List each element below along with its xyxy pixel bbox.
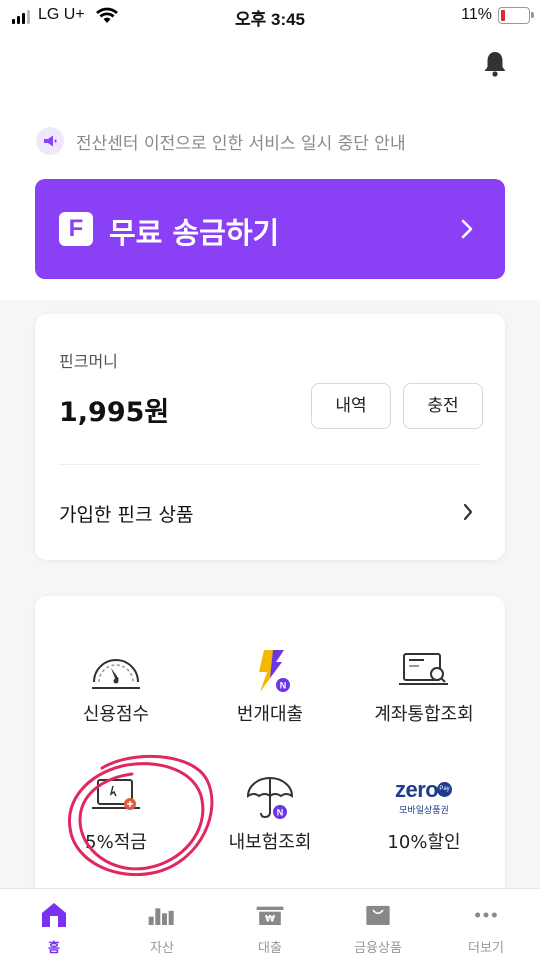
chevron-right-icon — [463, 503, 473, 521]
joined-products-row[interactable]: 가입한 핀크 상품 — [35, 464, 505, 560]
money-balance: 1,995원 — [59, 397, 170, 428]
service-discount[interactable]: zero Pay 모바일상품권 10%할인 — [349, 776, 499, 866]
charge-button[interactable]: 충전 — [403, 383, 483, 429]
service-label: 번개대출 — [236, 704, 304, 725]
history-button[interactable]: 내역 — [311, 383, 391, 429]
shopping-bag-icon — [366, 905, 390, 925]
account-search-icon — [399, 653, 448, 685]
umbrella-icon: N — [246, 777, 294, 819]
service-label: 계좌통합조회 — [374, 704, 474, 725]
tab-label: 홈 — [48, 941, 60, 956]
service-label: 5%적금 — [85, 832, 147, 853]
battery-icon — [498, 7, 534, 24]
zeropay-logo: zero Pay 모바일상품권 — [389, 776, 459, 826]
home-icon — [42, 903, 66, 927]
bar-chart-icon — [148, 908, 174, 925]
clock: 오후 3:45 — [234, 10, 306, 29]
finnq-logo: F — [59, 212, 93, 246]
loan-icon: ₩ — [256, 906, 284, 925]
service-notice[interactable]: 전산센터 이전으로 인한 서비스 일시 중단 안내 — [36, 124, 406, 158]
tab-financial-products[interactable]: 금융상품 — [324, 889, 432, 961]
battery-percent: 11% — [461, 6, 492, 23]
chevron-right-icon — [461, 219, 473, 239]
service-credit-score[interactable]: 신용점수 — [41, 648, 191, 738]
bell-icon[interactable] — [482, 50, 508, 78]
money-label: 핀크머니 — [59, 352, 118, 371]
svg-text:₩: ₩ — [265, 914, 275, 925]
svg-text:N: N — [280, 681, 287, 691]
tab-label: 금융상품 — [354, 941, 402, 956]
tab-label: 자산 — [150, 941, 174, 956]
services-grid-card: 신용점수 N 번개대출 계좌통합조회 5%적금 N 내보험조회 zero Pay… — [35, 596, 505, 916]
service-label: 내보험조회 — [228, 832, 312, 853]
tab-label: 대출 — [258, 941, 282, 956]
free-transfer-button[interactable]: F 무료 송금하기 — [35, 179, 505, 279]
tab-loan[interactable]: ₩ 대출 — [216, 889, 324, 961]
joined-products-label: 가입한 핀크 상품 — [59, 504, 194, 526]
more-dots-icon — [475, 912, 497, 918]
service-insurance[interactable]: N 내보험조회 — [195, 776, 345, 866]
megaphone-icon — [36, 127, 64, 155]
service-account-lookup[interactable]: 계좌통합조회 — [349, 648, 499, 738]
bottom-tab-bar: 홈 자산 ₩ 대출 금융상품 더보기 — [0, 888, 540, 961]
savings-laptop-icon — [92, 779, 140, 810]
service-label: 10%할인 — [387, 832, 461, 853]
lightning-icon: N — [259, 650, 290, 692]
svg-text:N: N — [277, 808, 284, 818]
tab-home[interactable]: 홈 — [0, 889, 108, 961]
tab-label: 더보기 — [468, 941, 504, 956]
finnq-money-card: 핀크머니 1,995원 내역 충전 가입한 핀크 상품 — [35, 314, 505, 560]
tab-more[interactable]: 더보기 — [432, 889, 540, 961]
tab-assets[interactable]: 자산 — [108, 889, 216, 961]
notice-text: 전산센터 이전으로 인한 서비스 일시 중단 안내 — [76, 133, 406, 154]
service-savings[interactable]: 5%적금 — [41, 776, 191, 866]
speedometer-icon — [92, 659, 140, 689]
status-bar: LG U+ 오후 3:45 11% — [0, 0, 540, 32]
service-label: 신용점수 — [82, 704, 150, 725]
service-flash-loan[interactable]: N 번개대출 — [195, 648, 345, 738]
transfer-label: 무료 송금하기 — [109, 216, 280, 250]
